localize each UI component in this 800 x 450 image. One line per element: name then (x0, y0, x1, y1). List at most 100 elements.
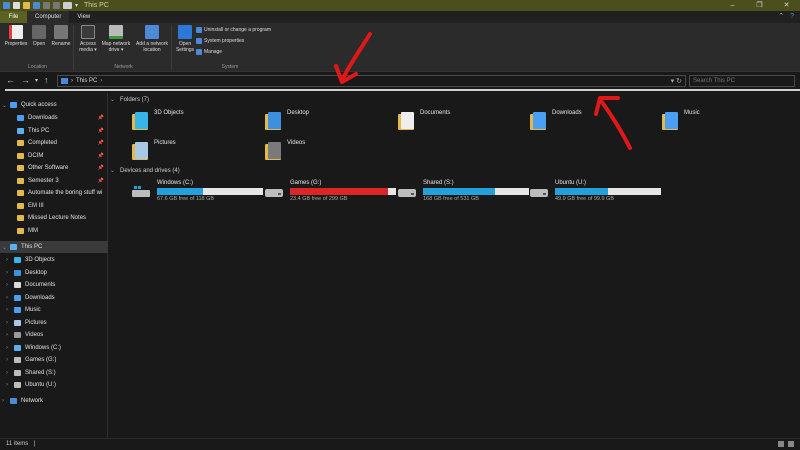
sidebar-item-quick-7[interactable]: EM III (0, 200, 108, 212)
uninstall-program-button[interactable]: Uninstall or change a program (196, 27, 271, 33)
folder-tile[interactable]: Music (662, 108, 700, 134)
system-properties-button[interactable]: System properties (196, 38, 244, 44)
access-media-button[interactable]: Access media ▾ (78, 25, 98, 53)
chevron-right-icon[interactable]: › (6, 357, 14, 363)
drive-free-space: 67.6 GB free of 118 GB (157, 196, 215, 202)
folder-tile[interactable]: Documents (398, 108, 450, 134)
add-network-location-button[interactable]: Add a network location (134, 25, 170, 53)
drive-tile[interactable]: Shared (S:) 168 GB free of 531 GB (398, 180, 530, 202)
sidebar-item-this-pc[interactable]: ⌄ This PC (0, 241, 108, 253)
sidebar-item-pc-6[interactable]: › Videos (0, 329, 108, 341)
details-view-icon[interactable] (778, 441, 784, 447)
properties-icon[interactable] (13, 2, 20, 9)
sidebar-item-pc-4[interactable]: › Music (0, 304, 108, 316)
drive-tile[interactable]: Windows (C:) 67.6 GB free of 118 GB (132, 180, 264, 202)
open-settings-label: Open Settings (175, 41, 195, 53)
sidebar-item-quick-6[interactable]: Automate the boring stuff wi (0, 187, 108, 199)
folder-tile[interactable]: Pictures (132, 138, 176, 164)
chevron-down-icon[interactable]: ⌄ (2, 102, 10, 109)
folder-icon (14, 294, 21, 301)
sidebar-item-pc-9[interactable]: › Shared (S:) (0, 367, 108, 379)
folder-icon (17, 215, 24, 221)
sidebar-item-pc-5[interactable]: › Pictures (0, 317, 108, 329)
chevron-right-icon[interactable]: › (6, 282, 14, 288)
chevron-right-icon[interactable]: › (6, 382, 14, 388)
redo-icon[interactable] (43, 2, 50, 9)
drives-section-header[interactable]: ⌄ Devices and drives (4) (110, 167, 180, 175)
drive-tile[interactable]: Games (G:) 23.4 GB free of 299 GB (265, 180, 397, 202)
drive-tile[interactable]: Ubuntu (U:) 49.9 GB free of 99.9 GB (530, 180, 662, 202)
folder-tile[interactable]: Desktop (265, 108, 309, 134)
large-icons-view-icon[interactable] (788, 441, 794, 447)
sidebar-item-quick-access[interactable]: ⌄ Quick access (0, 99, 108, 111)
folders-section-header[interactable]: ⌄ Folders (7) (110, 96, 149, 104)
folder-label: Downloads (552, 110, 582, 116)
forward-arrow-icon[interactable]: → (21, 75, 30, 85)
sidebar-item-quick-1[interactable]: This PC 📌 (0, 125, 108, 137)
sidebar-item-quick-3[interactable]: DCIM 📌 (0, 150, 108, 162)
sidebar-item-pc-7[interactable]: › Windows (C:) (0, 342, 108, 354)
sidebar-item-pc-8[interactable]: › Games (G:) (0, 354, 108, 366)
sidebar-item-pc-2[interactable]: › Documents (0, 279, 108, 291)
sidebar-item-quick-4[interactable]: Other Software 📌 (0, 162, 108, 174)
chevron-right-icon[interactable]: › (6, 270, 14, 276)
sidebar-item-quick-9[interactable]: MM (0, 225, 108, 237)
breadcrumb-separator-end[interactable]: › (100, 78, 102, 84)
tab-file[interactable]: File (0, 11, 27, 23)
sidebar-item-pc-1[interactable]: › Desktop (0, 267, 108, 279)
tab-computer[interactable]: Computer (27, 11, 70, 23)
chevron-right-icon[interactable]: › (6, 257, 14, 263)
chevron-down-icon[interactable]: ⌄ (2, 244, 10, 251)
chevron-right-icon[interactable]: › (6, 307, 14, 313)
folder-tile[interactable]: Videos (265, 138, 305, 164)
collapse-ribbon-icon[interactable]: ⌃ (778, 11, 784, 23)
nav-item-label: This PC (21, 244, 43, 250)
minimize-button[interactable]: – (719, 0, 746, 11)
close-button[interactable]: ✕ (773, 0, 800, 11)
status-bar: 11 items | (0, 438, 800, 450)
folder-icon (17, 165, 24, 171)
chevron-right-icon[interactable]: › (6, 370, 14, 376)
maximize-button[interactable]: ❐ (746, 0, 773, 11)
chevron-right-icon[interactable]: › (6, 320, 14, 326)
open-button[interactable]: Open (30, 25, 48, 47)
manage-button[interactable]: Manage (196, 49, 222, 55)
map-network-drive-button[interactable]: Map network drive ▾ (100, 25, 132, 53)
properties-button[interactable]: Properties (4, 25, 28, 47)
chevron-down-icon[interactable]: ▾ (75, 2, 78, 9)
chevron-right-icon[interactable]: › (2, 398, 10, 404)
back-arrow-icon[interactable]: ← (6, 75, 15, 85)
rename-icon[interactable] (63, 2, 72, 9)
rename-button[interactable]: Rename (50, 25, 72, 47)
up-arrow-icon[interactable]: ↑ (44, 75, 49, 85)
undo-icon[interactable] (33, 2, 40, 9)
open-settings-button[interactable]: Open Settings (175, 25, 195, 53)
sidebar-item-quick-5[interactable]: Semester 3 📌 (0, 175, 108, 187)
sidebar-item-quick-0[interactable]: Downloads 📌 (0, 112, 108, 124)
chevron-right-icon[interactable]: › (6, 332, 14, 338)
sidebar-item-pc-10[interactable]: › Ubuntu (U:) (0, 379, 108, 391)
search-input[interactable]: Search This PC (689, 75, 795, 87)
recent-locations-icon[interactable]: ▾ (35, 77, 38, 84)
new-folder-icon[interactable] (23, 2, 30, 9)
refresh-icon[interactable]: ▾ ↻ (671, 77, 682, 85)
breadcrumb[interactable]: This PC (76, 78, 97, 84)
uninstall-label: Uninstall or change a program (204, 27, 271, 33)
chevron-right-icon[interactable]: › (6, 345, 14, 351)
sidebar-item-network[interactable]: › Network (0, 395, 108, 407)
tab-view[interactable]: View (69, 11, 98, 23)
sidebar-item-pc-0[interactable]: › 3D Objects (0, 254, 108, 266)
folder-tile[interactable]: 3D Objects (132, 108, 184, 134)
help-icon[interactable]: ? (790, 11, 794, 23)
delete-icon[interactable] (53, 2, 60, 9)
sidebar-item-quick-2[interactable]: Completed 📌 (0, 137, 108, 149)
sidebar-item-quick-8[interactable]: Missed Lecture Notes (0, 212, 108, 224)
chevron-down-icon[interactable]: ⌄ (110, 96, 120, 103)
navigation-pane[interactable]: ⌄ Quick access Downloads 📌 This PC 📌 Completed… (0, 93, 108, 438)
folder-icon (14, 257, 21, 263)
chevron-down-icon[interactable]: ⌄ (110, 167, 120, 174)
sidebar-item-pc-3[interactable]: › Downloads (0, 292, 108, 304)
folder-tile[interactable]: Downloads (530, 108, 582, 134)
chevron-right-icon[interactable]: › (6, 295, 14, 301)
content-pane[interactable]: ⌄ Folders (7) ⌄ Devices and drives (4) 3… (110, 93, 800, 438)
